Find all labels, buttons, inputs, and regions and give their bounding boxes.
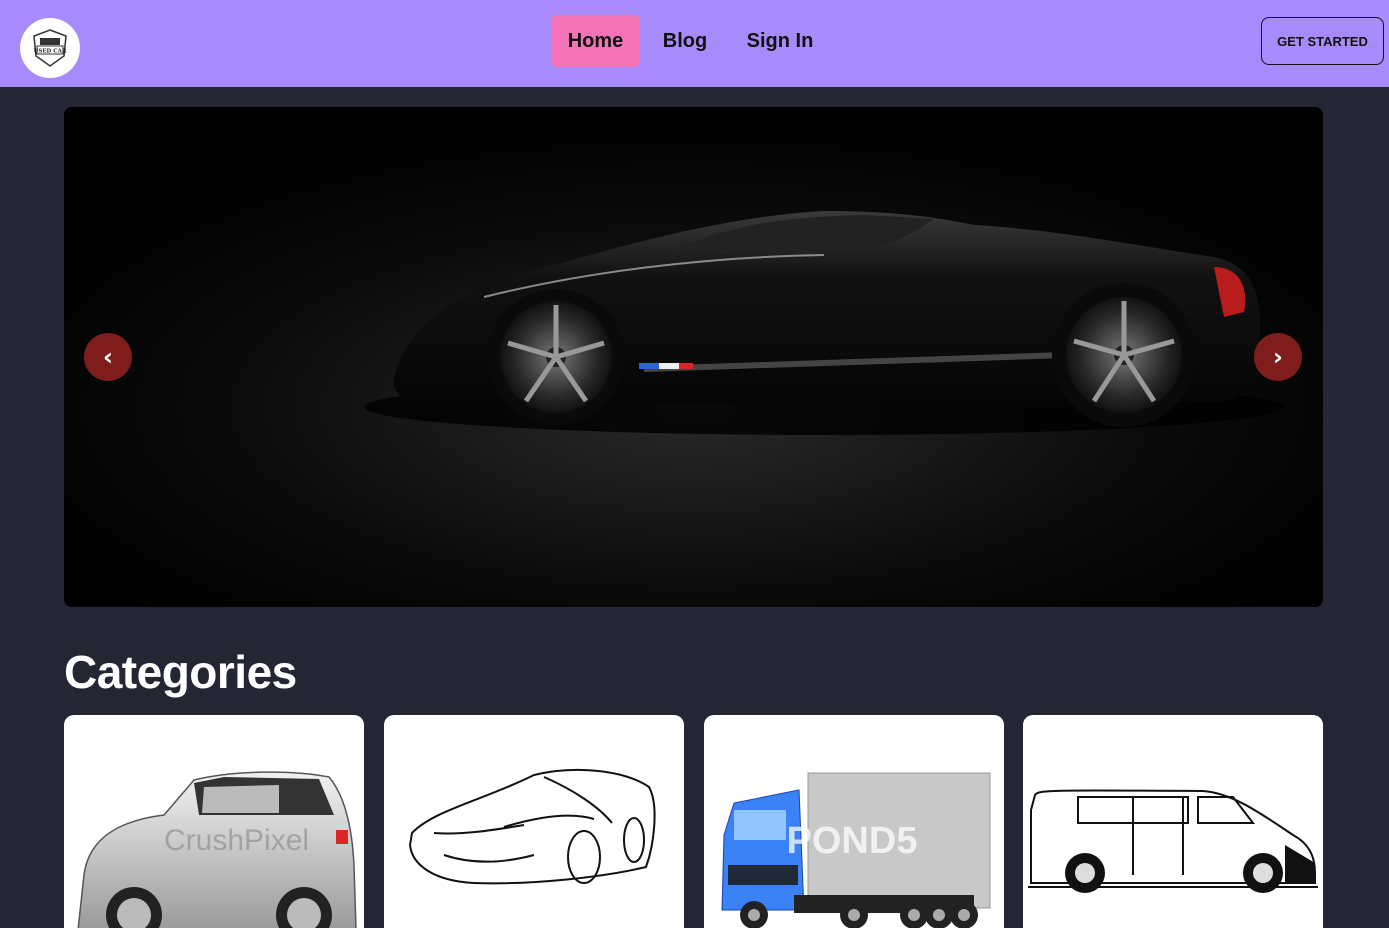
carousel-prev-button[interactable]: ‹ (84, 333, 132, 381)
watermark-text: POND5 (787, 820, 918, 862)
category-card-sports-car[interactable] (384, 715, 684, 928)
hero-carousel: ‹ › (64, 107, 1323, 607)
logo[interactable]: USED CAR (20, 18, 80, 78)
sports-car-outline-image (408, 768, 656, 885)
category-card-van[interactable] (1023, 715, 1323, 928)
hero-car-image (64, 107, 1323, 607)
watermark-text: CrushPixel (164, 824, 309, 857)
navbar: USED CAR Home Blog Sign In GET STARTED (0, 0, 1389, 87)
van-outline-image (1028, 789, 1318, 893)
categories-title: Categories (64, 646, 297, 698)
nav-blog-link[interactable]: Blog (655, 15, 715, 67)
category-card-hatchback[interactable]: CrushPixel (64, 715, 364, 928)
nav-home-link[interactable]: Home (551, 15, 640, 67)
nav-signin-link[interactable]: Sign In (740, 15, 820, 67)
truck-image: POND5 (721, 772, 991, 928)
get-started-button[interactable]: GET STARTED (1261, 17, 1384, 65)
logo-text: USED CAR (34, 49, 67, 55)
logo-badge-icon: USED CAR (33, 29, 67, 67)
carousel-next-button[interactable]: › (1254, 333, 1302, 381)
category-card-truck[interactable]: POND5 (704, 715, 1004, 928)
hatchback-car-image: CrushPixel (77, 771, 357, 928)
